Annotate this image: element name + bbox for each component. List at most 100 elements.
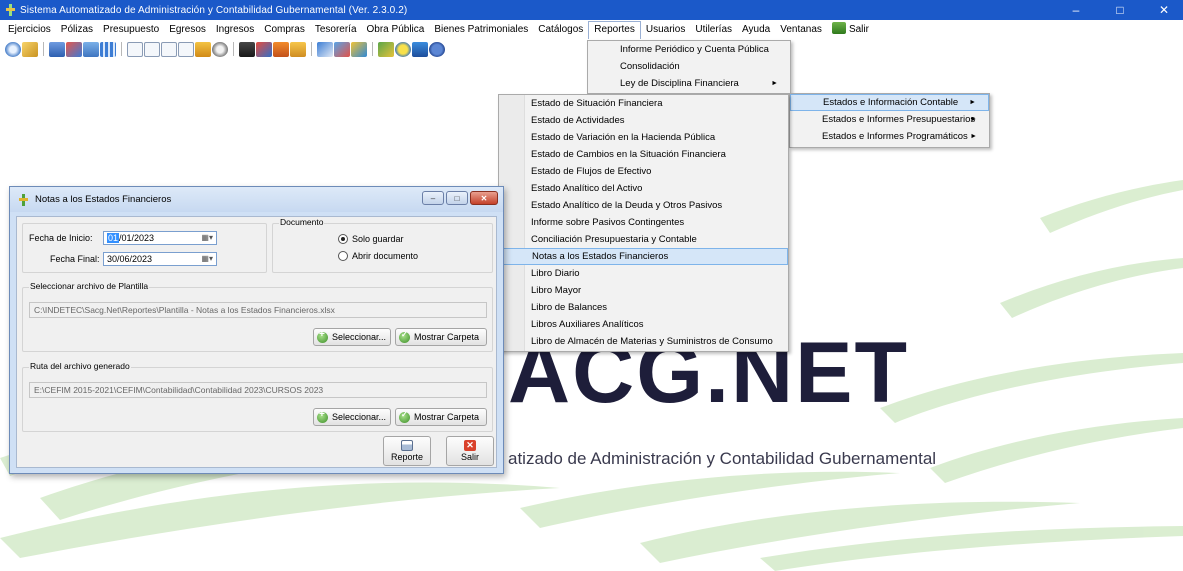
fecha-inicio-field[interactable]: 01/01/2023 ▦▾ (103, 231, 217, 245)
toolbar-separator (311, 42, 312, 56)
menu-compras[interactable]: Compras (259, 21, 310, 39)
menu-item-libro-balances[interactable]: Libro de Balances (499, 299, 788, 316)
menu-ejercicios[interactable]: Ejercicios (3, 21, 56, 39)
reporte-button[interactable]: Reporte (383, 436, 431, 466)
seleccionar-plantilla-button[interactable]: Seleccionar... (313, 328, 391, 346)
check-icon (399, 410, 410, 423)
menu-ventanas[interactable]: Ventanas (775, 21, 827, 39)
folder-icon[interactable] (22, 41, 38, 57)
menu-ayuda[interactable]: Ayuda (737, 21, 775, 39)
radio-solo-guardar[interactable]: Solo guardar (338, 234, 404, 244)
menu-item-libro-almacen[interactable]: Libro de Almacén de Materias y Suministr… (499, 333, 788, 350)
menu-usuarios[interactable]: Usuarios (641, 21, 690, 39)
chart-icon[interactable] (256, 41, 272, 57)
help-icon[interactable] (429, 41, 445, 57)
menu-item-libros-auxiliares[interactable]: Libros Auxiliares Analíticos (499, 316, 788, 333)
plantilla-path-field[interactable]: C:\INDETEC\Sacg.Net\Reportes\Plantilla -… (29, 302, 487, 318)
menu-salir[interactable]: Salir (827, 21, 874, 39)
menu-item-estados-programaticos[interactable]: Estados e Informes Programáticos ► (790, 128, 989, 145)
menu-item-ley-disciplina[interactable]: Ley de Disciplina Financiera ► (588, 75, 790, 92)
transfer-users-icon[interactable] (351, 41, 367, 57)
submenu-arrow-icon: ► (970, 116, 977, 123)
menu-item-conciliacion[interactable]: Conciliación Presupuestaria y Contable (499, 231, 788, 248)
lock-icon[interactable] (395, 41, 411, 57)
menu-item-consolidacion[interactable]: Consolidación (588, 58, 790, 75)
c-icon[interactable] (127, 41, 143, 57)
seleccionar-ruta-button[interactable]: Seleccionar... (313, 408, 391, 426)
dialog-minimize-button[interactable]: – (422, 191, 444, 205)
menu-item-estados-contable[interactable]: Estados e Información Contable ► (790, 94, 989, 111)
package-icon[interactable] (290, 41, 306, 57)
menu-item-notas-estados[interactable]: Notas a los Estados Financieros (499, 248, 788, 265)
estados-submenu: Estados e Información Contable ► Estados … (789, 93, 990, 148)
add-icon (317, 329, 328, 343)
menu-item-label: Conciliación Presupuestaria y Contable (531, 234, 697, 245)
menu-reportes[interactable]: Reportes (588, 21, 641, 39)
menu-item-situacion-financiera[interactable]: Estado de Situación Financiera (499, 95, 788, 112)
close-button[interactable]: ✕ (1146, 0, 1182, 20)
menu-utilerias[interactable]: Utilerías (690, 21, 737, 39)
menu-obra-publica[interactable]: Obra Pública (362, 21, 430, 39)
fecha-inicio-label: Fecha de Inicio: (29, 233, 93, 243)
radio-abrir-documento[interactable]: Abrir documento (338, 251, 418, 261)
mostrar-carpeta-plantilla-button[interactable]: Mostrar Carpeta (395, 328, 487, 346)
toolbar-separator (121, 42, 122, 56)
menu-item-label: Ley de Disciplina Financiera (620, 78, 739, 89)
dates-group: Fecha de Inicio: 01/01/2023 ▦▾ Fecha Fin… (22, 223, 267, 273)
radio-selected-icon (338, 234, 348, 244)
ruta-path-field[interactable]: E:\CEFIM 2015-2021\CEFIM\Contabilidad\Co… (29, 382, 487, 398)
database-icon[interactable] (412, 41, 428, 57)
menu-egresos[interactable]: Egresos (164, 21, 211, 39)
maximize-button[interactable]: □ (1102, 0, 1138, 20)
menu-bienes-patrimoniales[interactable]: Bienes Patrimoniales (429, 21, 533, 39)
f-icon[interactable] (178, 41, 194, 57)
settings-icon[interactable] (212, 41, 228, 57)
reportes-menu: Informe Periódico y Cuenta Pública Conso… (587, 40, 791, 94)
calendar-dropdown-icon[interactable]: ▦▾ (201, 233, 213, 242)
dialog-close-button[interactable]: ✕ (470, 191, 498, 205)
edit-icon[interactable] (317, 41, 333, 57)
documento-label: Documento (279, 217, 325, 227)
menu-item-libro-mayor[interactable]: Libro Mayor (499, 282, 788, 299)
salir-button[interactable]: ✕ Salir (446, 436, 494, 466)
menu-polizas[interactable]: Pólizas (56, 21, 98, 39)
menu-tesoreria[interactable]: Tesorería (310, 21, 362, 39)
calendar-dropdown-icon[interactable]: ▦▾ (201, 254, 213, 263)
menu-item-libro-diario[interactable]: Libro Diario (499, 265, 788, 282)
ruta-group: Ruta del archivo generado E:\CEFIM 2015-… (22, 361, 493, 432)
transfer-icon[interactable] (66, 41, 82, 57)
users-icon[interactable] (273, 41, 289, 57)
menu-item-actividades[interactable]: Estado de Actividades (499, 112, 788, 129)
dialog-maximize-button[interactable]: □ (446, 191, 468, 205)
button-label: Seleccionar... (332, 412, 387, 422)
minimize-button[interactable]: – (1058, 0, 1094, 20)
button-label: Mostrar Carpeta (414, 332, 480, 342)
menu-item-pasivos-contingentes[interactable]: Informe sobre Pasivos Contingentes (499, 214, 788, 231)
menu-catalogos[interactable]: Catálogos (533, 21, 588, 39)
mostrar-carpeta-ruta-button[interactable]: Mostrar Carpeta (395, 408, 487, 426)
book-icon[interactable] (239, 41, 255, 57)
contable-submenu: Estado de Situación Financiera Estado de… (498, 94, 789, 352)
menu-item-label: Estados e Informes Presupuestarios (822, 114, 976, 125)
dialog-title-bar: Notas a los Estados Financieros – □ ✕ (10, 187, 503, 212)
fecha-final-field[interactable]: 30/06/2023 ▦▾ (103, 252, 217, 266)
menu-item-analitico-deuda[interactable]: Estado Analítico de la Deuda y Otros Pas… (499, 197, 788, 214)
grid-icon[interactable] (100, 41, 116, 57)
e-icon[interactable] (161, 41, 177, 57)
tree-icon[interactable] (378, 41, 394, 57)
tools-icon[interactable] (334, 41, 350, 57)
d-icon[interactable] (144, 41, 160, 57)
menu-presupuesto[interactable]: Presupuesto (98, 21, 164, 39)
menu-item-cambios-situacion[interactable]: Estado de Cambios en la Situación Financ… (499, 146, 788, 163)
button-label: Salir (460, 452, 479, 462)
menu-ingresos[interactable]: Ingresos (211, 21, 259, 39)
refresh-icon[interactable] (5, 41, 21, 57)
menu-item-informe-periodico[interactable]: Informe Periódico y Cuenta Pública (588, 41, 790, 58)
save-icon[interactable] (49, 41, 65, 57)
menu-item-estados-presupuestarios[interactable]: Estados e Informes Presupuestarios ► (790, 111, 989, 128)
menu-item-flujos-efectivo[interactable]: Estado de Flujos de Efectivo (499, 163, 788, 180)
menu-item-analitico-activo[interactable]: Estado Analítico del Activo (499, 180, 788, 197)
document-icon[interactable] (83, 41, 99, 57)
report-icon[interactable] (195, 41, 211, 57)
menu-item-variacion-hacienda[interactable]: Estado de Variación en la Hacienda Públi… (499, 129, 788, 146)
